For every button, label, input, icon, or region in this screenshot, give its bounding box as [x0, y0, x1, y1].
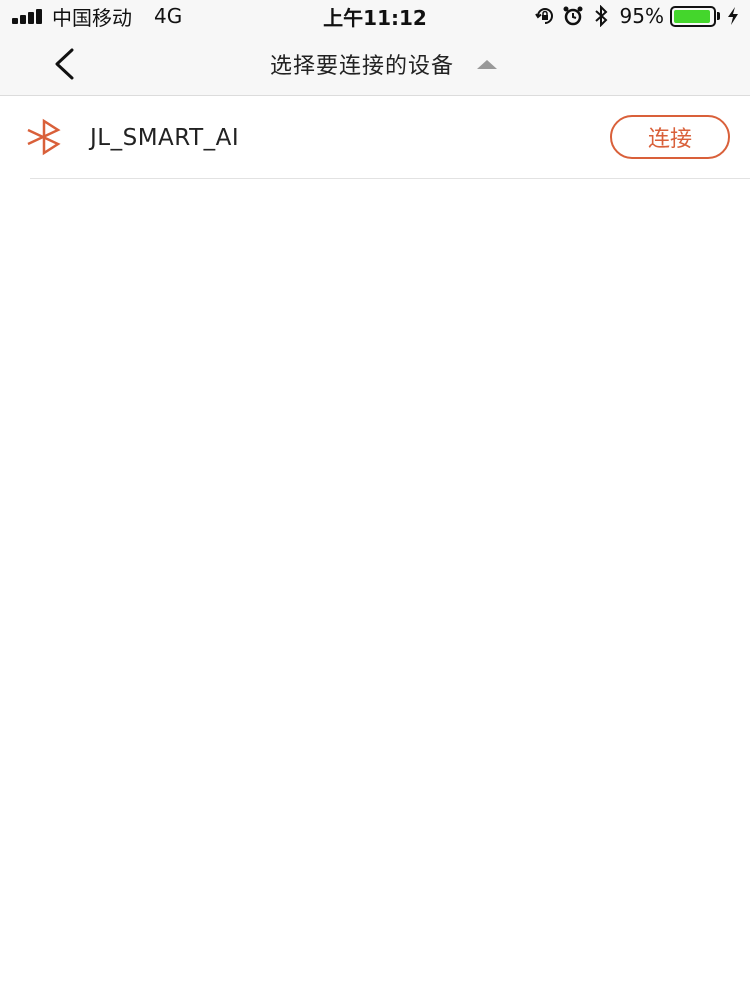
- bluetooth-icon: [24, 117, 64, 157]
- connect-button[interactable]: 连接: [610, 115, 730, 159]
- list-item[interactable]: JL_SMART_AI 连接: [0, 97, 750, 179]
- bluetooth-icon: [590, 5, 612, 27]
- charging-bolt-icon: [726, 6, 740, 26]
- signal-icon: [12, 8, 44, 24]
- status-right: 95%: [528, 0, 740, 32]
- screen: 中国移动 4G 上午11:12 95% 选择要连接的设备 JL_SMART_AI…: [0, 0, 750, 1000]
- navigation-bar: 选择要连接的设备: [0, 32, 750, 96]
- carrier-label: 中国移动: [52, 5, 132, 30]
- alarm-icon: [562, 5, 584, 27]
- nav-title-group[interactable]: 选择要连接的设备: [0, 32, 750, 96]
- battery-icon: [670, 5, 716, 27]
- status-left: 中国移动 4G: [12, 0, 182, 32]
- device-list: JL_SMART_AI 连接: [0, 97, 750, 179]
- network-label: 4G: [154, 4, 183, 28]
- divider: [30, 178, 750, 179]
- caret-up-icon[interactable]: [476, 58, 498, 70]
- page-title: 选择要连接的设备: [269, 54, 454, 79]
- rotation-lock-icon: [534, 5, 556, 27]
- device-name: JL_SMART_AI: [90, 125, 240, 151]
- battery-tip: [717, 12, 720, 20]
- battery-fill: [674, 9, 711, 23]
- battery-percent: 95%: [619, 4, 664, 28]
- status-bar: 中国移动 4G 上午11:12 95%: [0, 0, 750, 32]
